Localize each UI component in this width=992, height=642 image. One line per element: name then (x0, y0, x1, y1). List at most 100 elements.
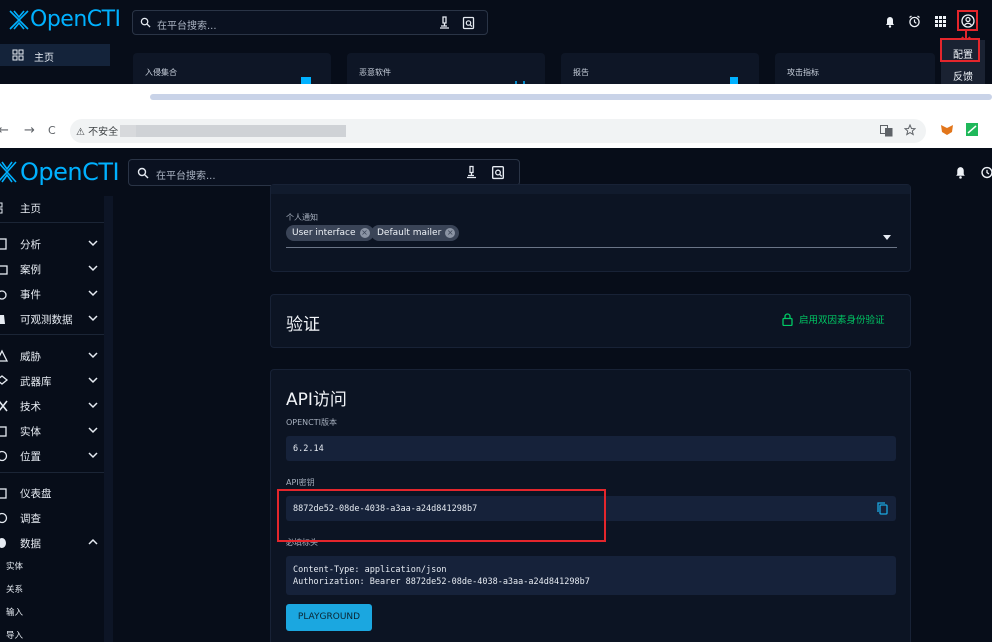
card-indicators[interactable]: 攻击指标 (775, 53, 935, 84)
microscope-icon[interactable] (438, 16, 450, 30)
chevron-down-icon (88, 265, 98, 272)
chart-icon (0, 488, 7, 499)
menu-item-feedback[interactable]: 反馈 (941, 68, 985, 83)
sidebar-item-label: 调查 (20, 513, 41, 525)
security-warning[interactable]: ⚠ 不安全 (76, 123, 118, 138)
playground-button[interactable]: PLAYGROUND (286, 604, 372, 631)
brand-name: OpenCTI (20, 158, 120, 186)
shield-alert-icon (0, 290, 7, 300)
bell-icon[interactable] (884, 15, 896, 28)
chip-label: Default mailer (377, 228, 442, 238)
chip-user-interface[interactable]: User interface × (286, 225, 374, 241)
global-search-input[interactable]: 在平台搜索... (128, 159, 520, 186)
highlight-account-box (957, 10, 978, 31)
bell-icon[interactable] (954, 165, 967, 179)
chip-default-mailer[interactable]: Default mailer × (371, 225, 460, 241)
sidebar-divider (0, 334, 104, 335)
version-field: 6.2.14 (286, 436, 896, 461)
top-screenshot-strip: OpenCTI 在平台搜索... 主页 入侵集合 恶意软件 报告 攻击指标 配置… (0, 0, 992, 84)
authentication-panel: 验证 启用双因素身份验证 (270, 294, 911, 348)
sidebar-item-data[interactable]: 数据 (0, 532, 104, 554)
chip-remove-icon[interactable]: × (445, 228, 456, 238)
address-bar[interactable]: ⚠ 不安全 (70, 119, 926, 143)
metamask-extension-icon[interactable] (940, 124, 954, 136)
copy-icon[interactable] (877, 502, 888, 515)
forward-button[interactable]: → (24, 123, 35, 138)
enable-2fa-button[interactable]: 启用双因素身份验证 (782, 312, 885, 326)
opencti-logo-icon (9, 9, 29, 30)
headers-field: Content-Type: application/json Authoriza… (286, 556, 896, 595)
sidebar-item-investigations[interactable]: 调查 (0, 507, 104, 529)
version-value: 6.2.14 (293, 444, 324, 454)
search-placeholder: 在平台搜索... (157, 21, 217, 32)
clipboard-search-icon[interactable] (462, 15, 475, 30)
globe-icon (0, 450, 8, 462)
chevron-down-icon (88, 402, 98, 409)
opencti-main-window: OpenCTI 在平台搜索... 主页 分析 案例 事件 可观测数据 威胁 武器… (0, 148, 992, 642)
decorative-wave (150, 94, 992, 100)
database-icon (0, 426, 7, 437)
sidebar-item-events[interactable]: 事件 (0, 283, 104, 305)
sidebar-item-dashboards[interactable]: 仪表盘 (0, 482, 104, 504)
clipboard-search-icon[interactable] (491, 164, 505, 180)
compass-icon (0, 512, 8, 524)
sidebar-subitem-ingestion[interactable]: 输入 (6, 606, 23, 618)
sidebar-subitem-import[interactable]: 导入 (6, 629, 23, 641)
layers-icon (0, 375, 9, 385)
card-malwares[interactable]: 恶意软件 (347, 53, 545, 84)
sidebar-item-label: 威胁 (20, 351, 41, 363)
card-label: 入侵集合 (145, 68, 177, 77)
sidebar-item-locations[interactable]: 位置 (0, 445, 104, 467)
sidebar-item-arsenal[interactable]: 武器库 (0, 370, 104, 392)
data-icon (0, 538, 6, 548)
lock-icon (782, 312, 793, 326)
chevron-down-icon (88, 240, 98, 247)
sidebar-item-label: 武器库 (20, 376, 52, 388)
sidebar-item-cases[interactable]: 案例 (0, 258, 104, 280)
card-intrusion-sets[interactable]: 入侵集合 (133, 53, 331, 84)
chip-remove-icon[interactable]: × (359, 228, 370, 238)
alarm-clock-icon[interactable] (980, 165, 992, 179)
dashboard-icon (12, 49, 24, 61)
sidebar-item-home[interactable]: 主页 (0, 197, 104, 219)
alarm-clock-icon[interactable] (908, 15, 921, 28)
api-title: API访问 (286, 390, 347, 410)
warning-icon (0, 349, 9, 362)
card-label: 报告 (573, 68, 589, 77)
card-label: 攻击指标 (787, 68, 819, 77)
sidebar-item-home-top[interactable]: 主页 (0, 44, 110, 66)
back-button[interactable]: ← (0, 123, 9, 138)
chevron-down-icon (88, 315, 98, 322)
apps-grid-icon[interactable] (935, 16, 946, 27)
chevron-down-icon (88, 427, 98, 434)
header-line-authorization: Authorization: Bearer 8872de52-08de-4038… (293, 577, 590, 587)
auth-title: 验证 (286, 315, 320, 335)
version-label: OPENCTI版本 (286, 418, 337, 427)
translate-icon[interactable] (880, 125, 893, 137)
token-label: API密钥 (286, 478, 315, 487)
card-reports[interactable]: 报告 (561, 53, 759, 84)
sidebar-subitem-entities[interactable]: 实体 (6, 560, 23, 572)
sidebar-item-label: 位置 (20, 451, 41, 463)
opencti-logo[interactable]: OpenCTI (8, 7, 121, 32)
microscope-icon[interactable] (465, 165, 477, 180)
reload-button[interactable]: C (48, 124, 56, 137)
sidebar-item-observations[interactable]: 可观测数据 (0, 308, 104, 330)
extension-icon[interactable] (966, 123, 978, 136)
sidebar-item-entities[interactable]: 实体 (0, 420, 104, 442)
sidebar-divider (0, 222, 104, 223)
opencti-logo[interactable]: OpenCTI (0, 158, 120, 186)
sidebar-item-analyses[interactable]: 分析 (0, 233, 104, 255)
star-icon[interactable] (904, 124, 916, 136)
chevron-down-icon (88, 452, 98, 459)
diamond-icon (301, 77, 311, 84)
sidebar-item-label: 分析 (20, 239, 41, 251)
notifications-label: 个人通知 (286, 213, 318, 222)
sidebar-divider (0, 472, 104, 473)
top-search-input[interactable]: 在平台搜索... (132, 10, 488, 35)
sidebar-item-techniques[interactable]: 技术 (0, 395, 104, 417)
highlight-settings-box (940, 38, 980, 62)
sidebar-scrollbar[interactable] (104, 196, 113, 642)
sidebar-subitem-relationships[interactable]: 关系 (6, 583, 23, 595)
sidebar-item-threats[interactable]: 威胁 (0, 345, 104, 367)
